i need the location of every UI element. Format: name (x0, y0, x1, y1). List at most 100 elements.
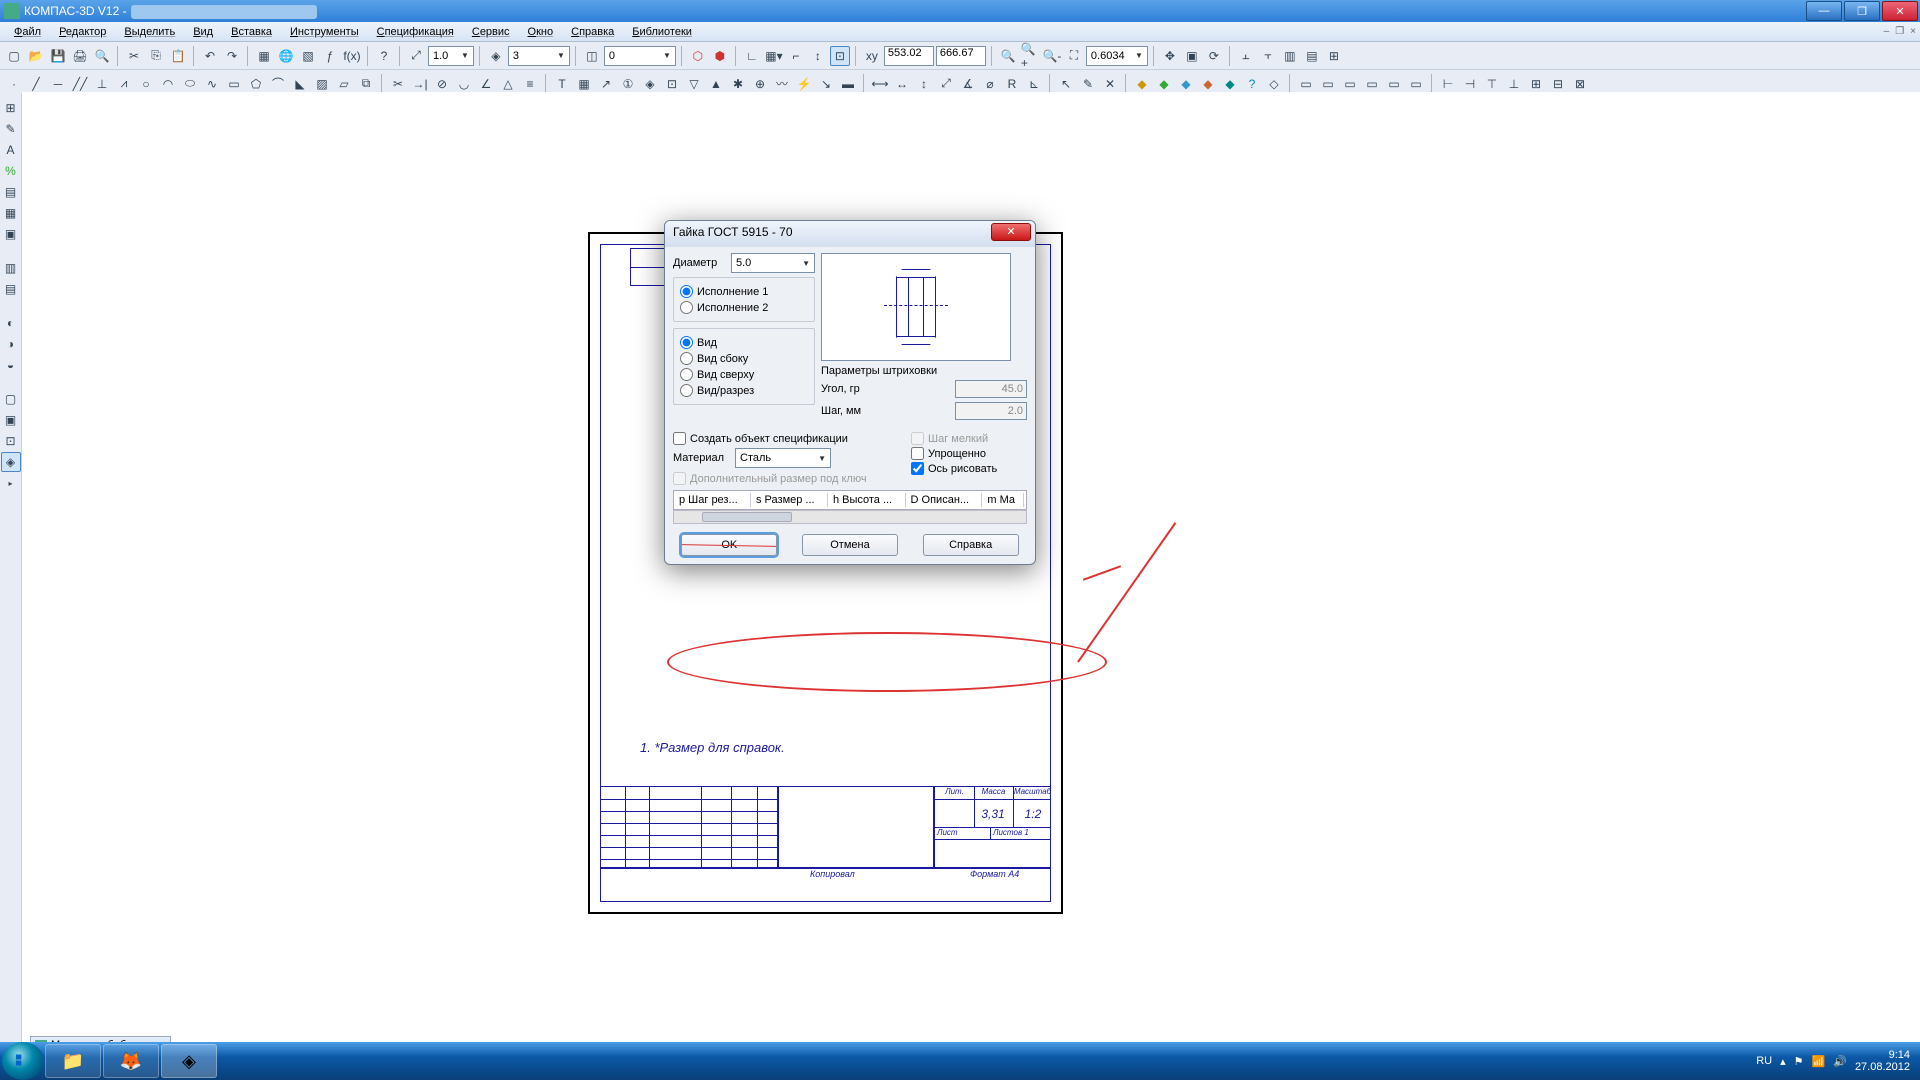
col-h[interactable]: h Высота ... (830, 493, 906, 507)
cut-icon[interactable]: ✂ (124, 46, 144, 66)
view1-icon[interactable]: ▭ (1296, 74, 1316, 94)
base-icon[interactable]: ▲ (706, 74, 726, 94)
constraint5-icon[interactable]: ⊞ (1526, 74, 1546, 94)
view4-icon[interactable]: ▭ (1362, 74, 1382, 94)
view-top-radio[interactable]: Вид сверху (680, 368, 808, 381)
redo-icon[interactable]: ↷ (222, 46, 242, 66)
view3-icon[interactable]: ▭ (1340, 74, 1360, 94)
col-s[interactable]: s Размер ... (753, 493, 828, 507)
menu-select[interactable]: Выделить (116, 24, 183, 40)
view-section-radio[interactable]: Вид/разрез (680, 384, 808, 397)
dim3-icon[interactable]: ↕ (914, 74, 934, 94)
constraint6-icon[interactable]: ⊟ (1548, 74, 1568, 94)
expand-icon[interactable]: ▸ (1, 473, 21, 493)
exec2-radio[interactable]: Исполнение 2 (680, 301, 808, 314)
arrow-icon[interactable]: ↘ (816, 74, 836, 94)
menu-tools[interactable]: Инструменты (282, 24, 367, 40)
tool4-icon[interactable]: ▢ (1, 389, 21, 409)
material-combo[interactable]: Сталь▼ (735, 448, 831, 468)
zoom-out-icon[interactable]: 🔍- (1042, 46, 1062, 66)
view-radio[interactable]: Вид (680, 336, 808, 349)
lib4-icon[interactable]: ◆ (1198, 74, 1218, 94)
gtol-icon[interactable]: ⊡ (662, 74, 682, 94)
snap-icon[interactable]: ⊡ (830, 46, 850, 66)
help-icon[interactable]: ? (1242, 74, 1262, 94)
center-icon[interactable]: ⊕ (750, 74, 770, 94)
contour-icon[interactable]: ▱ (334, 74, 354, 94)
zoom-combo[interactable]: 0.6034▼ (1086, 46, 1148, 66)
col-p[interactable]: p Шаг рез... (676, 493, 751, 507)
tray-lang[interactable]: RU (1756, 1055, 1772, 1067)
task-kompas[interactable]: ◈ (161, 1044, 217, 1078)
layers-icon[interactable]: ▧ (298, 46, 318, 66)
param-hscroll[interactable] (673, 510, 1027, 524)
menu-view[interactable]: Вид (185, 24, 221, 40)
view6-icon[interactable]: ▭ (1406, 74, 1426, 94)
edit-icon[interactable]: ✎ (1078, 74, 1098, 94)
scale-combo[interactable]: 1.0▼ (428, 46, 474, 66)
view2-icon[interactable]: ▭ (1318, 74, 1338, 94)
dim-tab-icon[interactable]: % (1, 161, 21, 181)
section-icon[interactable]: ▬ (838, 74, 858, 94)
round-icon[interactable]: ↕ (808, 46, 828, 66)
preview-icon[interactable]: 🔍 (92, 46, 112, 66)
circle-icon[interactable]: ○ (136, 74, 156, 94)
tool7-icon[interactable]: ◈ (1, 452, 21, 472)
coord-y-input[interactable]: 666.67 (936, 46, 986, 66)
polyline-icon[interactable]: ⩘ (114, 74, 134, 94)
menu-libraries[interactable]: Библиотеки (624, 24, 700, 40)
ruler3-icon[interactable]: ▥ (1280, 46, 1300, 66)
extend-icon[interactable]: →| (410, 74, 430, 94)
paste-icon[interactable]: 📋 (168, 46, 188, 66)
refresh-icon[interactable]: ⟳ (1204, 46, 1224, 66)
cursor-icon[interactable]: ↖ (1056, 74, 1076, 94)
fx-icon[interactable]: f(x) (342, 46, 362, 66)
tri-icon[interactable]: △ (498, 74, 518, 94)
help-button[interactable]: Справка (923, 534, 1019, 556)
ok-button[interactable]: OK (681, 534, 777, 556)
constraint3-icon[interactable]: ⊤ (1482, 74, 1502, 94)
dialog-title-bar[interactable]: Гайка ГОСТ 5915 - 70 ✕ (665, 221, 1035, 247)
new-icon[interactable]: ▢ (4, 46, 24, 66)
angle-icon[interactable]: ∠ (476, 74, 496, 94)
align-icon[interactable]: ≡ (520, 74, 540, 94)
zoom-icon[interactable]: 🔍 (998, 46, 1018, 66)
view5-icon[interactable]: ▭ (1384, 74, 1404, 94)
ruler5-icon[interactable]: ⊞ (1324, 46, 1344, 66)
col-m[interactable]: m Ма (984, 493, 1024, 507)
dim1-icon[interactable]: ⟷ (870, 74, 890, 94)
state-combo[interactable]: 3▼ (508, 46, 570, 66)
dim8-icon[interactable]: ⊾ (1024, 74, 1044, 94)
dim4-icon[interactable]: ⤢ (936, 74, 956, 94)
mark-icon[interactable]: ✱ (728, 74, 748, 94)
dim7-icon[interactable]: R (1002, 74, 1022, 94)
arc-dim-icon[interactable]: ◡ (454, 74, 474, 94)
menu-help[interactable]: Справка (563, 24, 622, 40)
constraint2-icon[interactable]: ⊣ (1460, 74, 1480, 94)
rect-icon[interactable]: ▭ (224, 74, 244, 94)
rough-icon[interactable]: ▽ (684, 74, 704, 94)
hline-icon[interactable]: ─ (48, 74, 68, 94)
report-tab-icon[interactable]: ▤ (1, 279, 21, 299)
col-d[interactable]: D Описан... (908, 493, 983, 507)
menu-window[interactable]: Окно (520, 24, 562, 40)
ruler1-icon[interactable]: ⫠ (1236, 46, 1256, 66)
lib6-icon[interactable]: ◇ (1264, 74, 1284, 94)
dim5-icon[interactable]: ∡ (958, 74, 978, 94)
state-icon[interactable]: ◈ (486, 46, 506, 66)
task-firefox[interactable]: 🦊 (103, 1044, 159, 1078)
trim-icon[interactable]: ✂ (388, 74, 408, 94)
ruler4-icon[interactable]: ▤ (1302, 46, 1322, 66)
constraint4-icon[interactable]: ⊥ (1504, 74, 1524, 94)
spec-tab-icon[interactable]: ▥ (1, 258, 21, 278)
vars-icon[interactable]: ƒ (320, 46, 340, 66)
fillet-icon[interactable]: ⌒ (268, 74, 288, 94)
lib1-icon[interactable]: ◆ (1132, 74, 1152, 94)
line-icon[interactable]: ╱ (26, 74, 46, 94)
grid-dd-icon[interactable]: ▦▾ (764, 46, 784, 66)
constraint7-icon[interactable]: ⊠ (1570, 74, 1590, 94)
grid-icon[interactable]: ▦ (254, 46, 274, 66)
leader-icon[interactable]: ↗ (596, 74, 616, 94)
point-icon[interactable]: · (4, 74, 24, 94)
magnet-off-icon[interactable]: ⬢ (710, 46, 730, 66)
